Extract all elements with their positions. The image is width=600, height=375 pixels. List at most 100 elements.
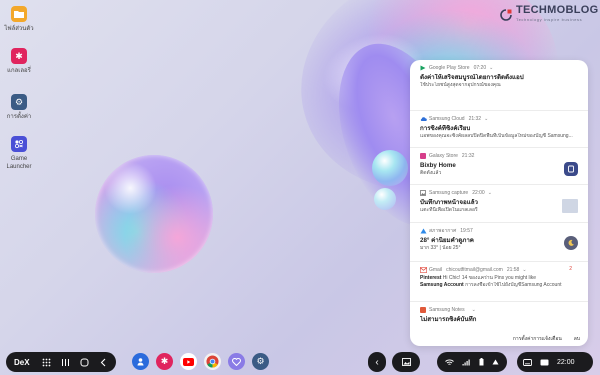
notification-body: แอพของคุณจะซิงค์ผลลบปิดปิดพื้นที่เป็นข้อ… — [420, 133, 573, 139]
notification-gmail[interactable]: Gmail chicoutfitmail@gmail.com 21:58 ⌄ 2… — [410, 262, 588, 302]
gmail-icon — [420, 266, 428, 273]
gmail-subject-2: การลงชื่อเข้าใช้ไปยังบัญชีSamsung Accoun… — [465, 282, 562, 288]
notification-body: แตะที่นี่เพื่อเปิดในแกลเลอรี่ — [420, 207, 478, 213]
screenshot-thumbnail — [562, 199, 578, 213]
chevron-down-icon[interactable]: ⌄ — [522, 267, 526, 273]
chevron-down-icon[interactable]: ⌄ — [484, 116, 488, 122]
system-tray[interactable]: 22:00 — [517, 352, 593, 372]
notification-panel: Google Play Store 07:20 ⌄ ตั้งค่าให้เสร็… — [410, 60, 588, 346]
game-launcher-icon — [11, 136, 27, 152]
taskbar-collapse-button[interactable]: ‹ — [368, 352, 386, 372]
notification-body: มาก 33° | น้อย 25° — [420, 245, 461, 251]
wallpaper-bubble-small — [372, 150, 408, 186]
samsung-notes-icon — [420, 306, 426, 313]
gmail-sender-2: Samsung Account — [420, 282, 464, 288]
chevron-down-icon[interactable]: ⌄ — [472, 307, 476, 313]
notification-app-name: Google Play Store — [429, 64, 470, 71]
notification-title: 28° ค่านิยมคำดูภาค — [420, 237, 474, 244]
battery-icon — [479, 358, 484, 366]
desktop-icon-label: แกลเลอรี่ — [7, 68, 31, 74]
gmail-subject-1: Hi Chic! 14 ของแคร่าน Pins you might lik… — [442, 275, 537, 281]
chevron-down-icon[interactable]: ⌄ — [489, 65, 493, 71]
notification-app-name: Gmail — [429, 266, 443, 273]
dex-button[interactable]: DeX — [14, 358, 30, 367]
notification-galaxy-store[interactable]: Galaxy Store 21:32 Bixby Home ติดตั้งแล้… — [410, 148, 588, 185]
desktop-icon-label: Game — [10, 156, 28, 162]
apps-grid-icon[interactable] — [40, 356, 54, 368]
notification-app-name: Galaxy Store — [429, 152, 458, 159]
settings-icon[interactable]: ⚙ — [252, 353, 269, 370]
notification-samsung-notes[interactable]: Samsung Notes ⌄ ไม่สามารถซิงค์บันทึก — [410, 302, 588, 332]
dex-taskbar: DeX ✱ ⚙ ‹ 22:00 — [0, 350, 600, 375]
notification-time: 19:57 — [460, 227, 473, 234]
chrome-icon[interactable] — [204, 353, 221, 370]
notification-title: Bixby Home — [420, 162, 456, 169]
settings-icon: ⚙ — [11, 94, 27, 110]
galaxy-store-icon — [420, 152, 426, 159]
bixby-home-thumb-icon — [564, 162, 578, 176]
pinned-apps: ✱ ⚙ — [132, 353, 276, 370]
dex-nav-pill: DeX — [6, 352, 116, 372]
bixby-icon[interactable] — [132, 353, 149, 370]
chevron-left-icon: ‹ — [375, 356, 379, 368]
wifi-icon — [445, 359, 454, 365]
brand-name: TECHMOBLOG — [516, 4, 599, 16]
chevron-down-icon[interactable]: ⌄ — [488, 190, 492, 196]
desktop-icon-gallery[interactable]: ✱ แกลเลอรี่ — [4, 48, 34, 75]
notification-body: ใช้ประโยชน์สูงสุดจากอุปกรณ์ของคุณ — [420, 82, 501, 88]
notification-samsung-cloud[interactable]: Samsung Cloud 21:32 ⌄ การซิงค์ที่ซิงค์เร… — [410, 111, 588, 148]
notification-play-store[interactable]: Google Play Store 07:20 ⌄ ตั้งค่าให้เสร็… — [410, 60, 588, 111]
notification-screenshot[interactable]: Samsung capture 22:00 ⌄ บันทึกภาพหน้าจอแ… — [410, 185, 588, 223]
youtube-icon[interactable] — [180, 353, 197, 370]
notification-time: 21:32 — [468, 115, 482, 122]
home-icon[interactable] — [78, 356, 92, 368]
notification-title: ไม่สามารถซิงค์บันทึก — [420, 316, 477, 323]
desktop-icon-label: ไฟล์ส่วนตัว — [4, 26, 34, 32]
keyboard-icon — [523, 358, 532, 366]
signal-icon — [462, 359, 471, 365]
notification-app-name: Samsung capture — [429, 189, 469, 196]
notification-app-name: Samsung Cloud — [429, 115, 465, 122]
notification-settings-button[interactable]: การตั้งค่าการแจ้งเตือน — [513, 335, 562, 343]
notification-time: 21:32 — [461, 152, 475, 159]
techmoblog-logo-icon — [500, 8, 512, 21]
moon-icon — [564, 236, 578, 250]
notification-tray-icon — [540, 359, 549, 365]
notification-title: ตั้งค่าให้เสร็จสมบูรณ์โดยการติดตั้งแอป — [420, 74, 524, 81]
back-icon[interactable] — [97, 356, 111, 368]
screenshot-tray-icon — [401, 358, 411, 366]
brand-tagline: Technology inspire business — [516, 17, 583, 22]
notification-count-badge: 2 — [569, 266, 572, 272]
notification-body: ติดตั้งแล้ว — [420, 170, 442, 176]
gallery-icon[interactable]: ✱ — [156, 353, 173, 370]
desktop-icon-game-launcher[interactable]: Game Launcher — [4, 136, 34, 171]
desktop-icon-label: การตั้งค่า — [6, 114, 32, 120]
chevron-up-icon — [492, 359, 499, 365]
gallery-icon: ✱ — [11, 48, 27, 64]
status-tray[interactable] — [437, 352, 507, 372]
cloud-icon — [420, 116, 427, 122]
notification-time: 22:00 — [472, 189, 485, 196]
play-store-icon — [420, 65, 426, 71]
recent-apps-icon[interactable] — [59, 356, 73, 368]
wallpaper-bubble-tiny — [374, 188, 396, 210]
notification-weather[interactable]: สภาพอากาศ 19:57 28° ค่านิยมคำดูภาค มาก 3… — [410, 223, 588, 262]
notification-title: บันทึกภาพหน้าจอแล้ว — [420, 199, 478, 206]
gmail-sender-1: Pinterest — [420, 275, 442, 281]
brand-watermark: TECHMOBLOG Technology inspire business — [500, 5, 598, 22]
clock: 22:00 — [557, 358, 575, 366]
notification-time: 07:20 — [473, 64, 487, 71]
weather-icon — [420, 228, 427, 234]
notification-email: chicoutfitmail@gmail.com — [446, 266, 503, 273]
notification-app-name: สภาพอากาศ — [429, 227, 457, 234]
desktop-icon-my-files[interactable]: ไฟล์ส่วนตัว — [4, 6, 34, 33]
desktop-icon-settings[interactable]: ⚙ การตั้งค่า — [4, 94, 34, 121]
desktop-icon-label-line2: Launcher — [6, 164, 32, 170]
clear-notifications-button[interactable]: ลบ — [574, 335, 580, 343]
heart-icon[interactable] — [228, 353, 245, 370]
notification-time: 21:58 — [506, 266, 520, 273]
notification-title: การซิงค์ที่ซิงค์เรียบ — [420, 125, 471, 132]
notification-app-name: Samsung Notes — [429, 306, 465, 313]
wallpaper-bubble-large — [95, 155, 213, 273]
screenshot-tray-button[interactable] — [392, 352, 420, 372]
